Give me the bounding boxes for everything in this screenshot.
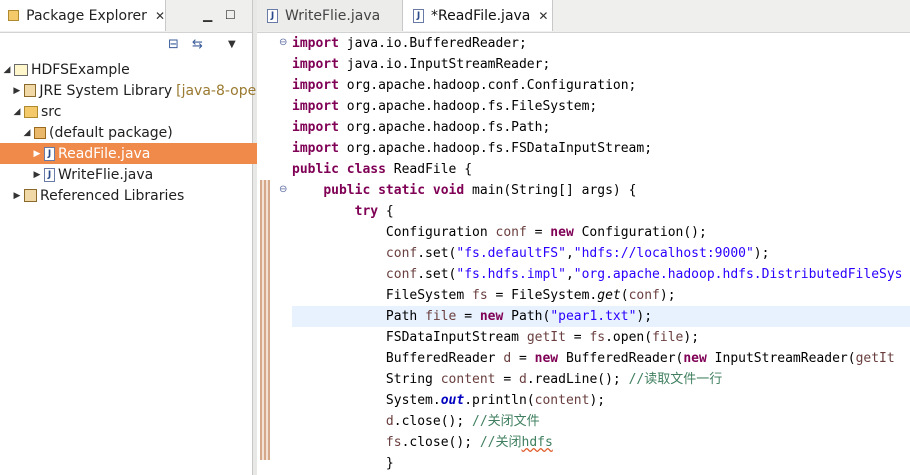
code-line: conf.set("fs.hdfs.impl","org.apache.hado…: [385, 267, 903, 282]
tree-item-referenced-libraries[interactable]: ▶ Referenced Libraries: [0, 185, 262, 206]
tab-label: WriteFlie.java: [285, 7, 381, 24]
code-line: }: [385, 456, 394, 471]
code-line: conf.set("fs.defaultFS","hdfs://localhos…: [385, 246, 770, 261]
code-line: d.close(); //关闭文件: [385, 414, 540, 429]
package-explorer-panel: Package Explorer ✕ ▁ ☐ ⊟ ⇆ ▼ ◢ HDFSExamp…: [0, 0, 282, 475]
library-icon: [23, 84, 37, 97]
code-line: import java.io.BufferedReader;: [292, 36, 527, 51]
tree-item-jre-library[interactable]: ▶ JRE System Library [java-8-oper: [0, 80, 262, 101]
view-menu-icon[interactable]: ▼: [228, 39, 236, 50]
editor-tabbar: J WriteFlie.java J *ReadFile.java ✕: [257, 0, 910, 33]
tree-item-project[interactable]: ◢ HDFSExample: [0, 59, 252, 80]
tree-item-decoration: [java-8-oper: [176, 82, 262, 99]
tree-item-label: HDFSExample: [31, 61, 130, 78]
change-ruler: [257, 33, 277, 475]
java-file-icon: J: [267, 8, 278, 23]
tree-item-readfile[interactable]: ▶ J ReadFile.java: [0, 143, 282, 164]
library-icon: [24, 189, 37, 202]
code-line: fs.close(); //关闭hdfs: [385, 435, 553, 450]
collapsed-arrow-icon[interactable]: ▶: [12, 86, 22, 96]
expand-arrow-icon[interactable]: ◢: [22, 128, 32, 138]
maximize-icon[interactable]: ☐: [225, 8, 236, 22]
code-line: FSDataInputStream getIt = fs.open(file);: [385, 330, 700, 345]
code-line: import org.apache.hadoop.fs.Path;: [292, 120, 551, 135]
tree-item-label: (default package): [49, 124, 173, 141]
code-line: import org.apache.hadoop.fs.FileSystem;: [292, 99, 598, 114]
code-line: public class ReadFile {: [292, 162, 473, 177]
tree-item-default-package[interactable]: ◢ (default package): [0, 122, 272, 143]
tree-item-label: WriteFlie.java: [58, 166, 154, 183]
explorer-tabbar: Package Explorer ✕ ▁ ☐: [0, 0, 252, 33]
code-line: try {: [354, 204, 394, 219]
code-line: BufferedReader d = new BufferedReader(ne…: [385, 351, 895, 366]
tree-item-label: Referenced Libraries: [40, 187, 185, 204]
change-marker: [260, 180, 270, 460]
fold-icon[interactable]: ⊖: [279, 184, 287, 195]
code-line: String content = d.readLine(); //读取文件一行: [385, 372, 723, 387]
java-file-icon: J: [44, 146, 55, 161]
tab-writeflie[interactable]: J WriteFlie.java: [257, 0, 403, 31]
tree-item-writeflie[interactable]: ▶ J WriteFlie.java: [0, 164, 282, 185]
source-folder-icon: [24, 105, 38, 118]
collapse-all-icon[interactable]: ⊟: [168, 37, 179, 52]
java-file-icon: J: [413, 8, 424, 23]
tab-readfile[interactable]: J *ReadFile.java ✕: [403, 0, 553, 31]
package-icon: [34, 126, 46, 139]
editor-panel: J WriteFlie.java J *ReadFile.java ✕ ⊖ ⊖ …: [257, 0, 910, 475]
tab-label: *ReadFile.java: [431, 7, 531, 24]
tree-item-label: src: [41, 103, 62, 120]
fold-icon[interactable]: ⊖: [279, 37, 287, 48]
collapsed-arrow-icon[interactable]: ▶: [32, 149, 42, 159]
code-line: Configuration conf = new Configuration()…: [385, 225, 707, 240]
tree-item-label: JRE System Library: [39, 82, 173, 99]
java-file-icon: J: [44, 167, 55, 182]
expand-arrow-icon[interactable]: ◢: [2, 65, 12, 75]
code-line-current: Path file = new Path("pear1.txt");: [292, 306, 910, 327]
close-icon[interactable]: ✕: [538, 9, 548, 23]
tree-item-label: ReadFile.java: [58, 145, 151, 162]
tree-item-src[interactable]: ◢ src: [0, 101, 262, 122]
collapsed-arrow-icon[interactable]: ▶: [32, 170, 42, 180]
collapsed-arrow-icon[interactable]: ▶: [12, 191, 22, 201]
minimize-icon[interactable]: ▁: [203, 8, 212, 22]
code-line: import org.apache.hadoop.conf.Configurat…: [292, 78, 637, 93]
code-line: import org.apache.hadoop.fs.FSDataInputS…: [292, 141, 653, 156]
code-line: FileSystem fs = FileSystem.get(conf);: [385, 288, 676, 303]
tab-package-explorer[interactable]: Package Explorer ✕: [0, 0, 166, 31]
package-explorer-icon: [8, 10, 20, 21]
project-icon: [14, 63, 28, 76]
code-line: import java.io.InputStreamReader;: [292, 57, 551, 72]
code-line: System.out.println(content);: [385, 393, 606, 408]
code-line: public static void main(String[] args) {: [323, 183, 637, 198]
close-icon[interactable]: ✕: [155, 9, 165, 23]
explorer-toolbar: ⊟ ⇆ ▼: [0, 33, 252, 57]
code-editor[interactable]: ⊖ ⊖ import java.io.BufferedReader; impor…: [257, 33, 910, 475]
expand-arrow-icon[interactable]: ◢: [12, 107, 22, 117]
link-with-editor-icon[interactable]: ⇆: [192, 37, 203, 52]
package-explorer-title: Package Explorer: [26, 7, 147, 24]
